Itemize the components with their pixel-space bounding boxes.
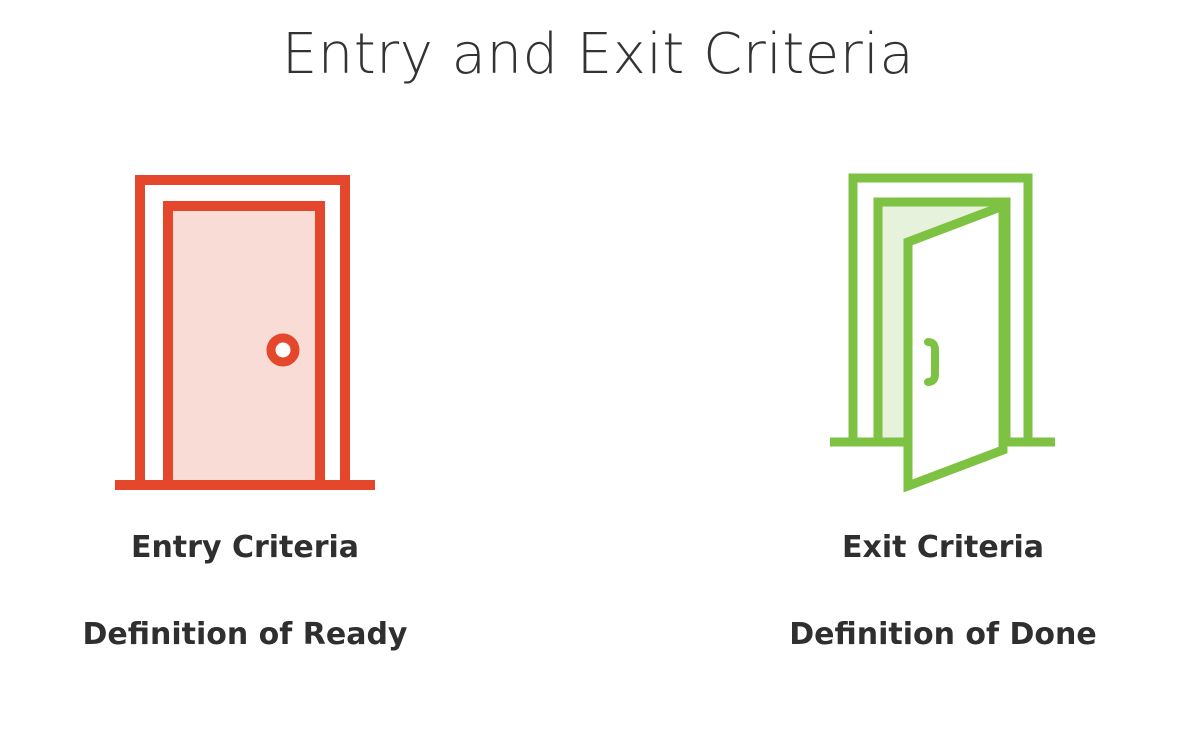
closed-door-icon xyxy=(110,160,380,504)
definition-of-done-label: Definition of Done xyxy=(789,617,1097,652)
definition-of-ready-label: Definition of Ready xyxy=(82,617,408,652)
open-door-icon xyxy=(823,160,1063,504)
exit-criteria-label: Exit Criteria xyxy=(841,530,1045,565)
slide-title: Entry and Exit Criteria xyxy=(281,22,915,87)
entry-criteria-label: Entry Criteria xyxy=(130,530,360,565)
